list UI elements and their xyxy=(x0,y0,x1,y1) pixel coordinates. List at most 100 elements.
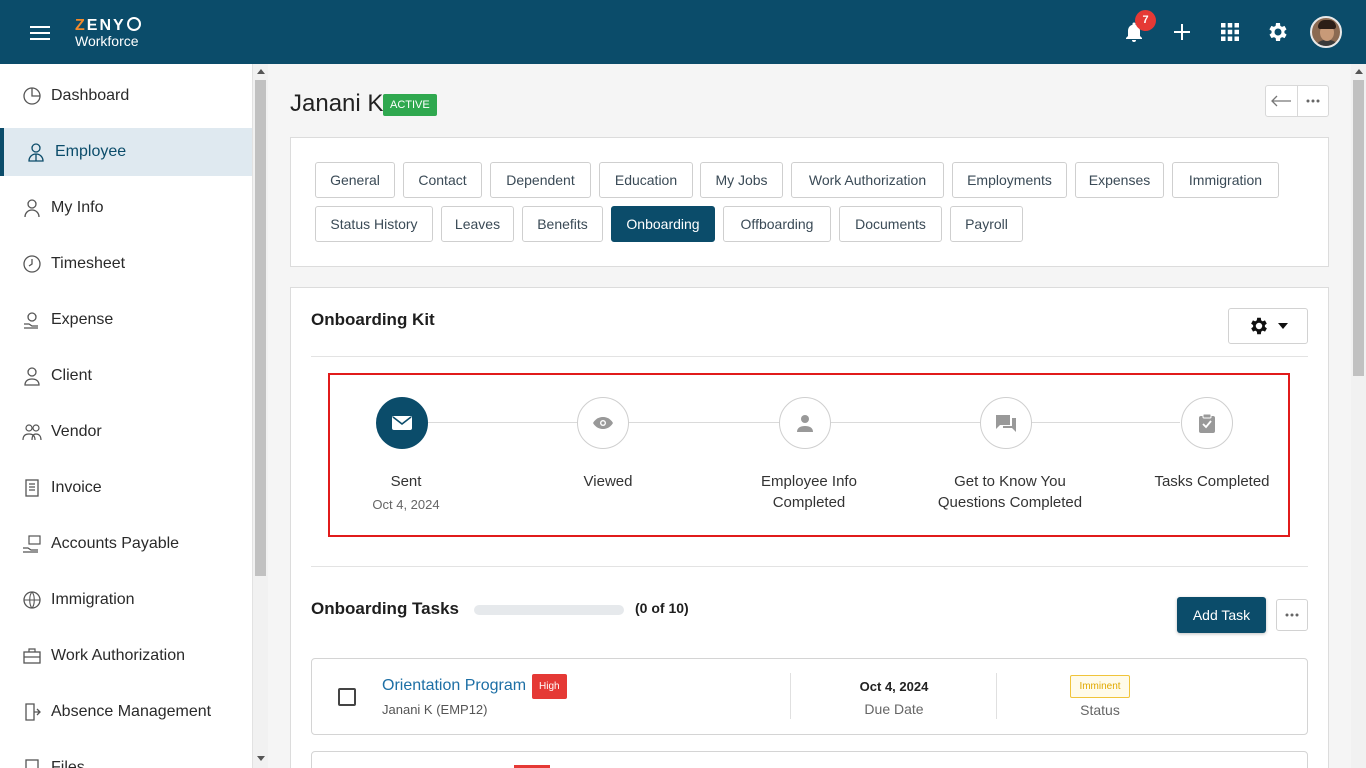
scroll-up-arrow-icon[interactable] xyxy=(1355,69,1363,74)
sidebar-item-label: Expense xyxy=(51,311,114,328)
tab-work-authorization[interactable]: Work Authorization xyxy=(791,162,944,198)
logo-text: ENY xyxy=(86,17,126,34)
sidebar-item-expense[interactable]: Expense xyxy=(0,296,252,344)
plus-icon[interactable] xyxy=(1170,20,1194,44)
sidebar-item-client[interactable]: Client xyxy=(0,352,252,400)
tab-employments[interactable]: Employments xyxy=(952,162,1067,198)
onboarding-tasks-title: Onboarding Tasks xyxy=(311,599,459,618)
tab-payroll[interactable]: Payroll xyxy=(950,206,1023,242)
tab-dependent[interactable]: Dependent xyxy=(490,162,591,198)
more-dots-icon xyxy=(1285,613,1299,617)
tab-offboarding[interactable]: Offboarding xyxy=(723,206,831,242)
sidebar-item-work-authorization[interactable]: Work Authorization xyxy=(0,632,252,680)
clock-icon xyxy=(23,255,41,273)
sidebar-item-immigration[interactable]: Immigration xyxy=(0,576,252,624)
tab-general[interactable]: General xyxy=(315,162,395,198)
tab-leaves[interactable]: Leaves xyxy=(441,206,514,242)
back-arrow-icon xyxy=(1271,95,1292,107)
caret-down-icon xyxy=(1278,323,1288,329)
scroll-up-arrow-icon[interactable] xyxy=(257,69,265,74)
files-icon xyxy=(25,759,39,768)
employee-name: Janani K xyxy=(290,90,384,117)
scroll-down-arrow-icon[interactable] xyxy=(257,756,265,761)
hamburger-menu-icon[interactable] xyxy=(30,26,50,40)
sidebar-item-timesheet[interactable]: Timesheet xyxy=(0,240,252,288)
tab-documents[interactable]: Documents xyxy=(839,206,942,242)
add-task-button[interactable]: Add Task xyxy=(1177,597,1266,633)
tab-expenses[interactable]: Expenses xyxy=(1075,162,1164,198)
divider xyxy=(996,673,997,719)
status-badge: ACTIVE xyxy=(383,94,437,116)
notification-badge: 7 xyxy=(1135,10,1156,31)
dashboard-icon xyxy=(23,87,41,105)
sidebar: Dashboard Employee My Info Timesheet Exp… xyxy=(0,64,253,768)
logo-subtitle: Workforce xyxy=(75,33,139,49)
tabs-card xyxy=(290,137,1329,267)
divider xyxy=(790,673,791,719)
sidebar-item-files[interactable]: Files xyxy=(0,744,252,768)
tasks-progress-text: (0 of 10) xyxy=(635,600,689,616)
main-scrollbar[interactable] xyxy=(1351,64,1366,768)
task-checkbox[interactable] xyxy=(338,688,356,706)
briefcase-icon xyxy=(23,648,41,664)
more-dots-icon xyxy=(1306,99,1320,103)
header-more-button[interactable] xyxy=(1298,86,1329,116)
step-label-tasks: Tasks Completed xyxy=(1154,473,1270,490)
step-employee-info-circle xyxy=(779,397,831,449)
mail-icon xyxy=(392,416,412,430)
user-avatar[interactable] xyxy=(1310,16,1342,48)
sidebar-item-dashboard[interactable]: Dashboard xyxy=(0,72,252,120)
task-due-date: Oct 4, 2024 xyxy=(859,679,929,694)
tab-my-jobs[interactable]: My Jobs xyxy=(700,162,783,198)
step-sent-circle xyxy=(376,397,428,449)
tasks-progress-bar xyxy=(474,605,624,615)
apps-grid-icon[interactable] xyxy=(1218,20,1242,44)
top-bar: ZENY Workforce 7 xyxy=(0,0,1366,64)
settings-gear-icon[interactable] xyxy=(1266,20,1290,44)
sidebar-item-invoice[interactable]: Invoice xyxy=(0,464,252,512)
sidebar-item-label: Accounts Payable xyxy=(51,535,180,552)
tasks-more-button[interactable] xyxy=(1276,599,1308,631)
sidebar-scroll-thumb[interactable] xyxy=(255,80,266,576)
tab-status-history[interactable]: Status History xyxy=(315,206,433,242)
sidebar-item-vendor[interactable]: Vendor xyxy=(0,408,252,456)
tab-contact[interactable]: Contact xyxy=(403,162,482,198)
person-icon xyxy=(797,415,813,432)
sidebar-item-absence-management[interactable]: Absence Management xyxy=(0,688,252,736)
globe-icon xyxy=(23,591,41,609)
sidebar-item-label: Dashboard xyxy=(51,87,130,104)
task-status-label: Status xyxy=(1080,702,1120,718)
task-row[interactable] xyxy=(311,751,1308,768)
step-viewed-circle xyxy=(577,397,629,449)
step-label-viewed: Viewed xyxy=(583,473,633,490)
tab-immigration[interactable]: Immigration xyxy=(1172,162,1279,198)
app-logo[interactable]: ZENY Workforce xyxy=(75,17,141,48)
kit-settings-dropdown[interactable] xyxy=(1228,308,1308,344)
sidebar-item-label: Timesheet xyxy=(51,255,126,272)
sidebar-item-employee[interactable]: Employee xyxy=(0,128,252,176)
divider xyxy=(311,566,1308,567)
tab-onboarding[interactable]: Onboarding xyxy=(611,206,715,242)
task-status-badge: Imminent xyxy=(1070,675,1130,698)
sidebar-item-label: Immigration xyxy=(51,591,135,608)
clipboard-check-icon xyxy=(1199,413,1215,433)
step-date-sent: Oct 4, 2024 xyxy=(372,497,440,512)
step-tasks-circle xyxy=(1181,397,1233,449)
sidebar-item-accounts-payable[interactable]: Accounts Payable xyxy=(0,520,252,568)
task-name-link[interactable]: Orientation Program xyxy=(382,677,526,695)
sidebar-item-label: Employee xyxy=(55,143,127,160)
task-row[interactable] xyxy=(311,658,1308,735)
task-assignee: Janani K (EMP12) xyxy=(382,702,488,717)
sidebar-item-my-info[interactable]: My Info xyxy=(0,184,252,232)
sidebar-scrollbar[interactable] xyxy=(253,64,268,768)
priority-badge: High xyxy=(532,674,567,699)
back-button[interactable] xyxy=(1266,86,1298,116)
step-label-questions: Get to Know You Questions Completed xyxy=(937,473,1083,511)
divider xyxy=(311,356,1308,357)
main-scroll-thumb[interactable] xyxy=(1353,80,1364,376)
step-label-sent: Sent xyxy=(390,473,422,490)
expense-icon xyxy=(24,312,38,329)
tab-education[interactable]: Education xyxy=(599,162,693,198)
tab-benefits[interactable]: Benefits xyxy=(522,206,603,242)
sidebar-item-label: Absence Management xyxy=(51,703,212,720)
